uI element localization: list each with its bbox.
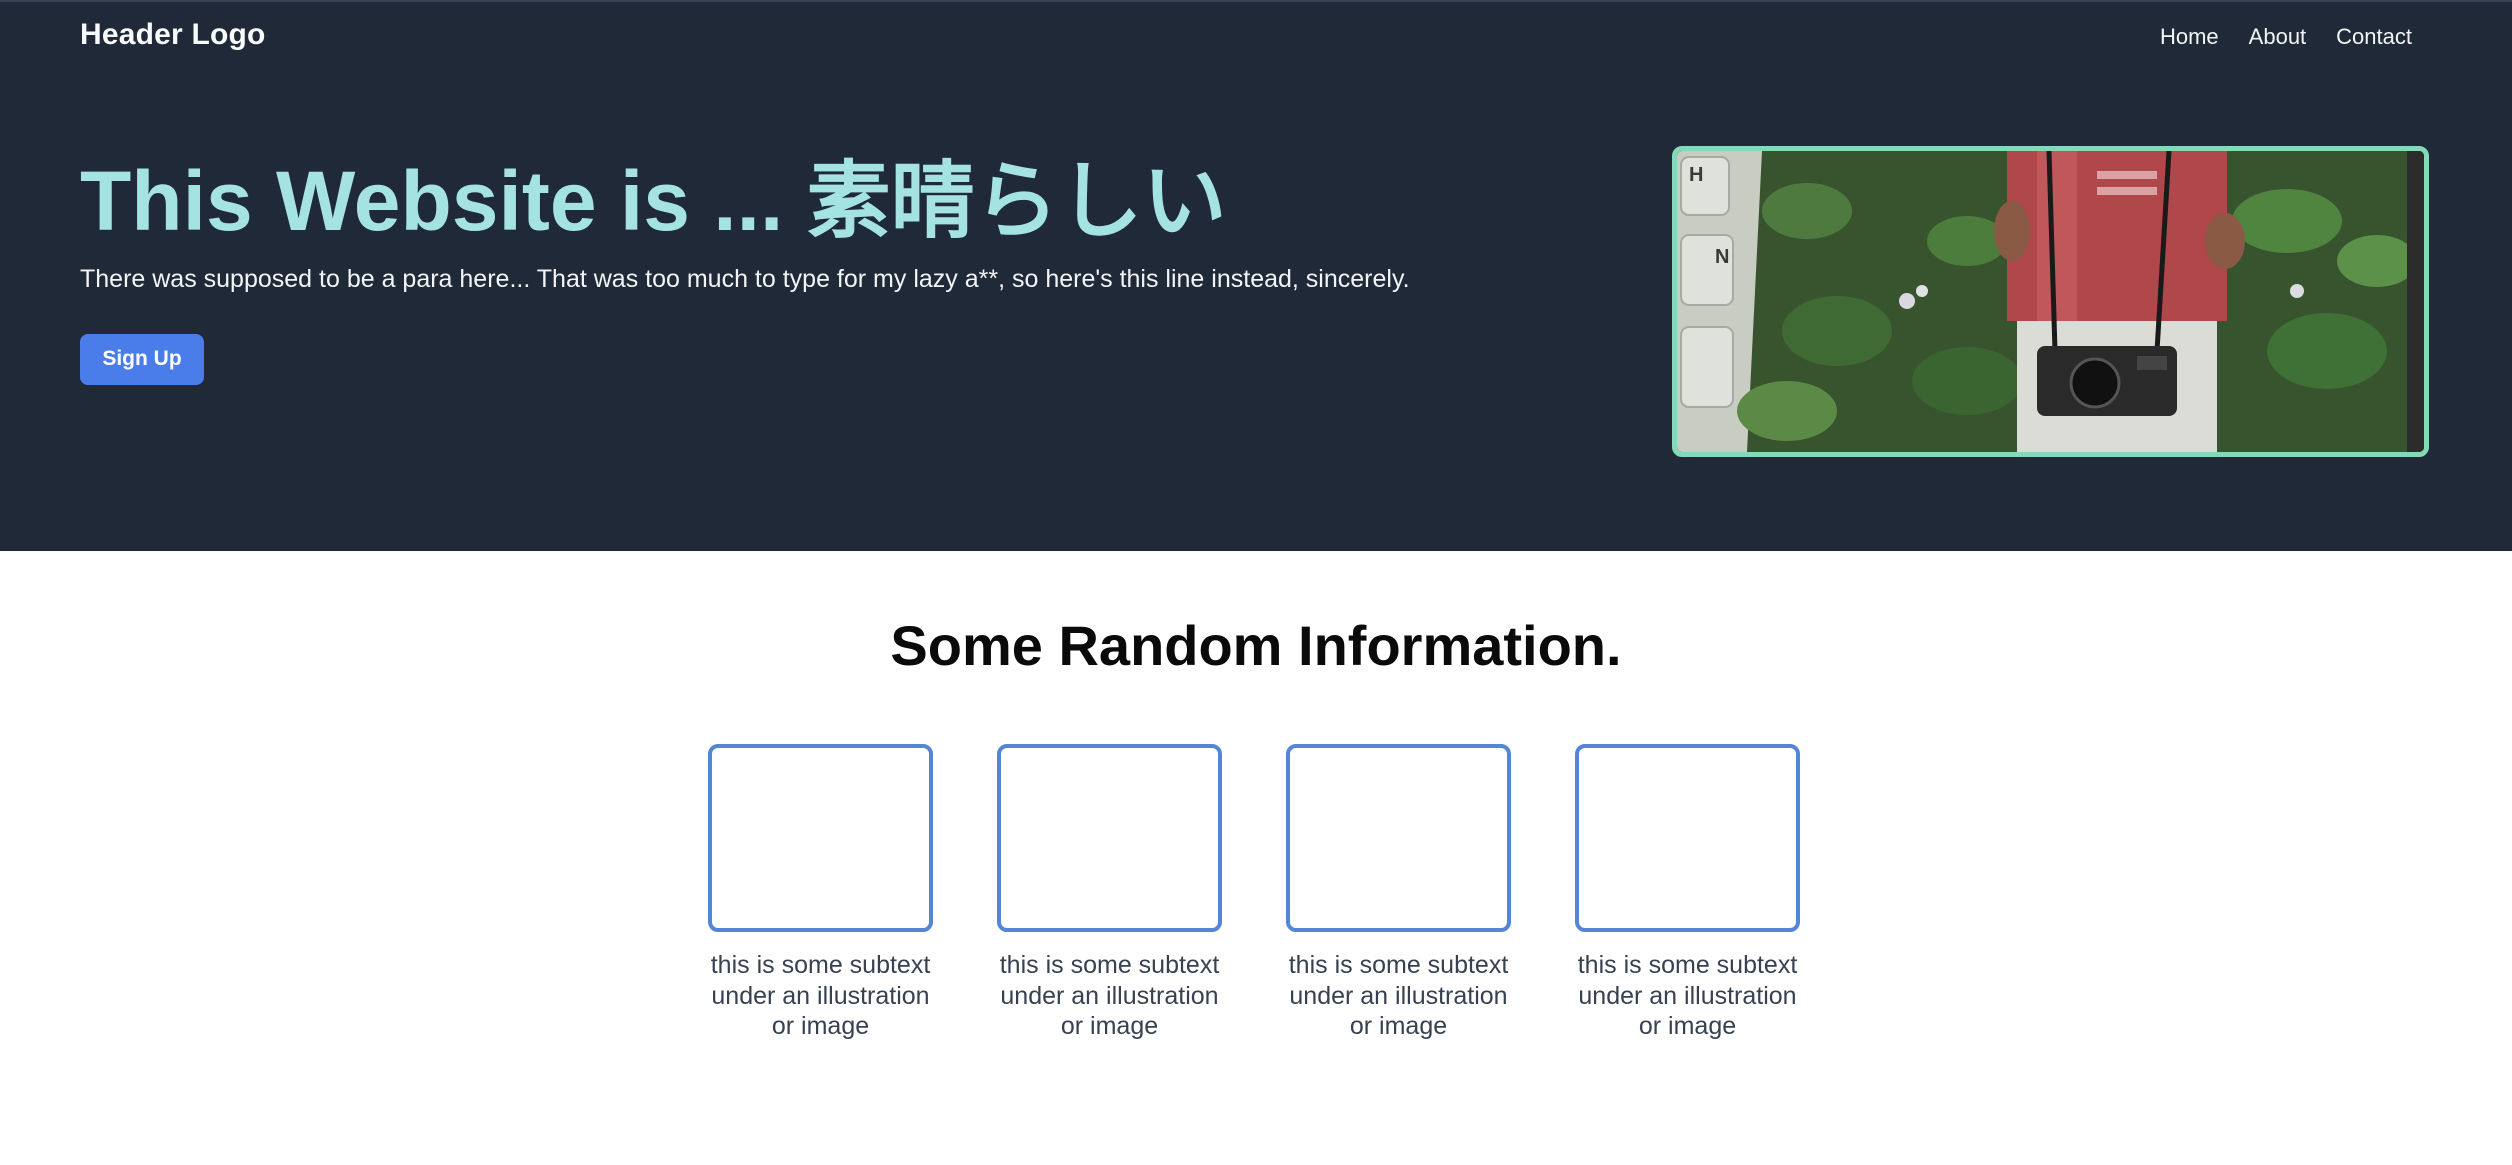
card-caption: this is some subtext under an illustrati… [999,951,1220,1040]
header-logo[interactable]: Header Logo [80,18,266,52]
nav-link-about[interactable]: About [2249,24,2307,50]
hero-lead-text: There was supposed to be a para here... … [80,265,1410,294]
svg-text:H: H [1689,164,1703,186]
info-cards: this is some subtext under an illustrati… [708,744,1800,1042]
info-card: this is some subtext under an illustrati… [1575,744,1800,1042]
info-section: Some Random Information. this is some su… [0,551,2512,1165]
hero-image: H N [1672,146,2429,457]
hero-title: This Website is ... 素晴らしい [80,154,1227,248]
main-nav: Home About Contact [2160,24,2412,50]
card-caption: this is some subtext under an illustrati… [1577,951,1798,1040]
info-card: this is some subtext under an illustrati… [1286,744,1511,1042]
illustration-placeholder [997,744,1222,932]
card-caption: this is some subtext under an illustrati… [710,951,931,1040]
hero-photo-illustration: H N [1677,151,2424,452]
sign-up-button[interactable]: Sign Up [80,333,204,385]
card-caption: this is some subtext under an illustrati… [1288,951,1509,1040]
illustration-placeholder [708,744,933,932]
site-header: Header Logo Home About Contact [0,0,2512,72]
hero-section: Header Logo Home About Contact This Webs… [0,0,2512,551]
illustration-placeholder [1286,744,1511,932]
info-card: this is some subtext under an illustrati… [997,744,1222,1042]
nav-link-contact[interactable]: Contact [2336,24,2412,50]
info-title: Some Random Information. [890,614,1622,677]
nav-link-home[interactable]: Home [2160,24,2219,50]
info-card: this is some subtext under an illustrati… [708,744,933,1042]
svg-text:N: N [1715,246,1729,268]
illustration-placeholder [1575,744,1800,932]
hero-content: This Website is ... 素晴らしい There was supp… [80,155,1580,385]
